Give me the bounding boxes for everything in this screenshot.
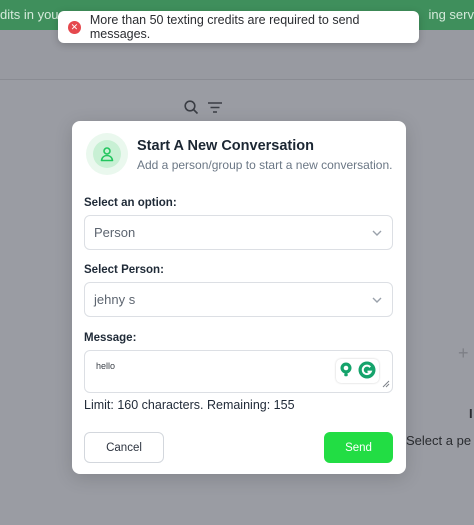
empty-state-text: Select a pe [406, 433, 472, 448]
error-x-icon: ✕ [68, 20, 81, 34]
grammarly-icon[interactable] [358, 361, 376, 381]
writing-assistant-widgets [336, 359, 379, 383]
option-select[interactable]: Person [84, 215, 393, 250]
character-limit-text: Limit: 160 characters. Remaining: 155 [84, 398, 295, 412]
message-textarea[interactable]: hello [84, 350, 393, 393]
banner-text-left: dits in you [0, 7, 59, 22]
filter-icon[interactable] [207, 100, 223, 120]
chevron-down-icon [371, 227, 383, 242]
cancel-button[interactable]: Cancel [84, 432, 164, 463]
person-select[interactable]: jehny s [84, 282, 393, 317]
resize-handle-icon[interactable] [382, 380, 390, 390]
message-label: Message: [84, 332, 137, 344]
person-label: Select Person: [84, 264, 164, 276]
plus-icon: + [458, 343, 469, 363]
person-select-value: jehny s [94, 292, 136, 307]
dialog-icon-badge [86, 133, 128, 175]
option-label: Select an option: [84, 197, 177, 209]
toast-message: More than 50 texting credits are require… [89, 13, 360, 41]
send-button[interactable]: Send [324, 432, 393, 463]
lightbulb-icon[interactable] [339, 362, 353, 380]
option-select-value: Person [94, 225, 136, 240]
chevron-down-icon [371, 294, 383, 309]
user-icon [93, 140, 121, 168]
error-toast: ✕ More than 50 texting credits are requi… [58, 11, 419, 43]
empty-state-heading: I [469, 406, 473, 421]
banner-text-right: ing serv [428, 7, 474, 22]
message-text: hello [96, 361, 116, 371]
list-tools [184, 100, 223, 120]
dialog-subtitle: Add a person/group to start a new conver… [137, 158, 393, 172]
new-conversation-dialog: Start A New Conversation Add a person/gr… [72, 121, 406, 474]
dialog-title: Start A New Conversation [137, 138, 314, 154]
search-icon[interactable] [184, 100, 199, 120]
